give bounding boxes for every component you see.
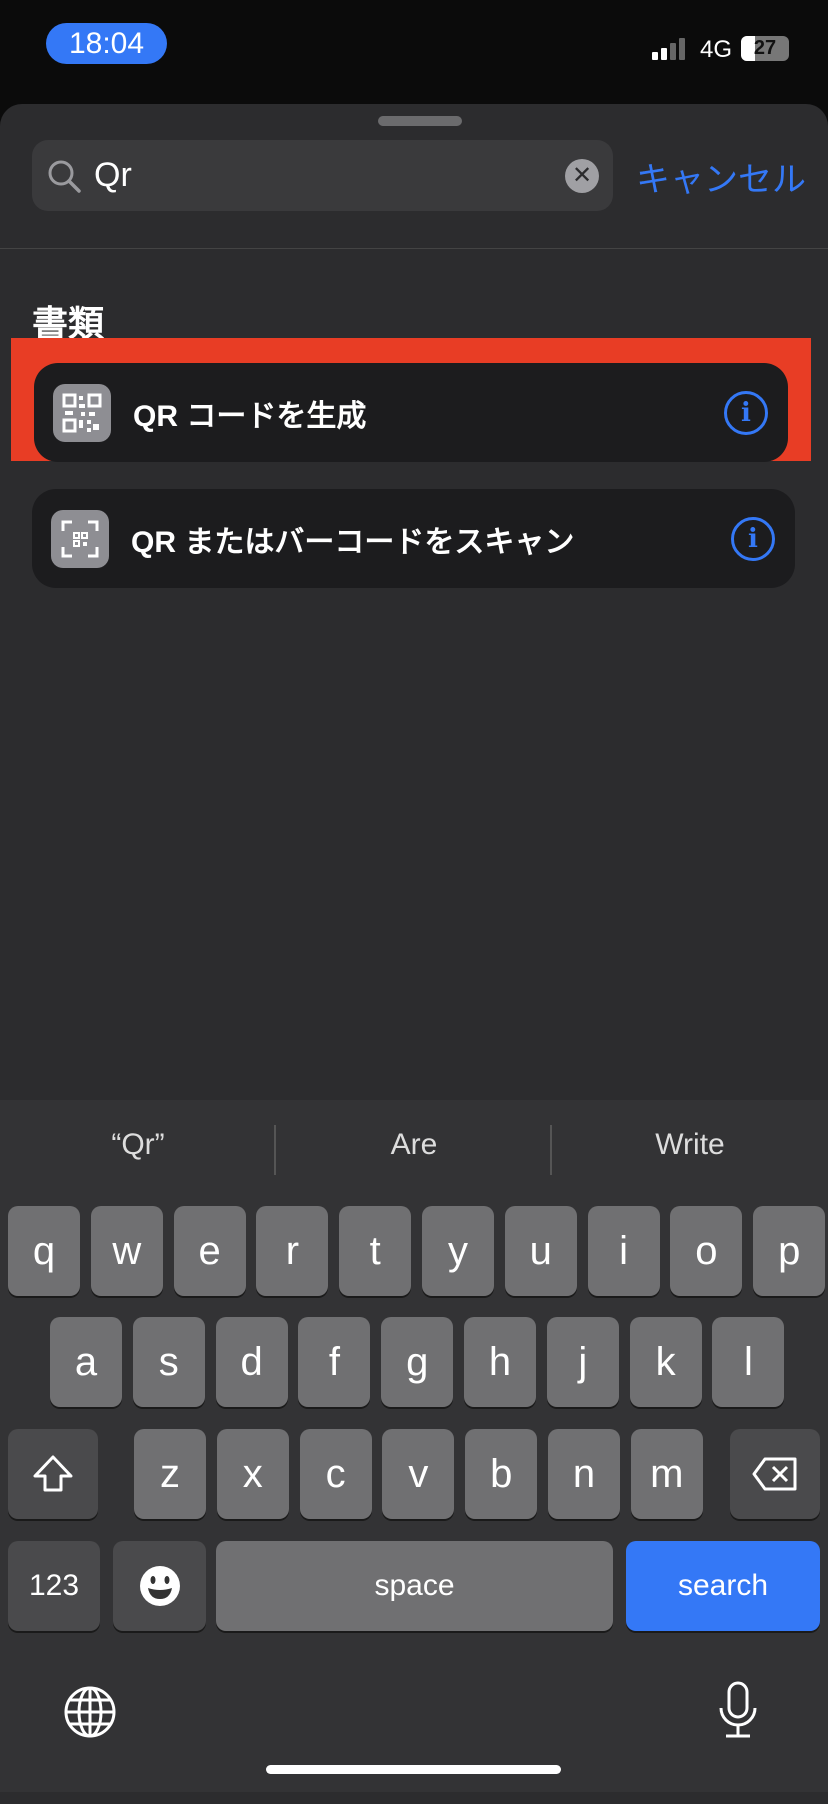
sheet-grabber[interactable] (378, 116, 462, 126)
emoji-key[interactable] (113, 1541, 206, 1631)
key-r[interactable]: r (256, 1206, 329, 1296)
key-o[interactable]: o (670, 1206, 743, 1296)
key-y[interactable]: y (422, 1206, 494, 1296)
key-p[interactable]: p (753, 1206, 826, 1296)
key-f[interactable]: f (298, 1317, 371, 1407)
result-scan-qr[interactable]: QR またはバーコードをスキャン i (32, 489, 795, 588)
suggestion[interactable]: “Qr” (0, 1128, 276, 1162)
signal-icon (652, 38, 685, 60)
key-c[interactable]: c (299, 1429, 372, 1519)
space-key[interactable]: space (216, 1541, 613, 1631)
key-s[interactable]: s (132, 1317, 205, 1407)
key-e[interactable]: e (173, 1206, 246, 1296)
key-l[interactable]: l (712, 1317, 785, 1407)
numbers-key[interactable]: 123 (8, 1541, 100, 1631)
shift-key[interactable] (8, 1429, 98, 1519)
status-time: 18:04 (46, 23, 167, 64)
key-q[interactable]: q (8, 1206, 80, 1296)
result-label: QR またはバーコードをスキャン (131, 525, 575, 559)
clear-search-button[interactable]: ✕ (565, 158, 599, 193)
backspace-key[interactable] (730, 1429, 820, 1519)
key-b[interactable]: b (465, 1429, 538, 1519)
key-w[interactable]: w (90, 1206, 163, 1296)
key-g[interactable]: g (381, 1317, 454, 1407)
key-u[interactable]: u (504, 1206, 577, 1296)
key-n[interactable]: n (548, 1429, 620, 1519)
globe-icon[interactable] (63, 1685, 117, 1739)
result-label: QR コードを生成 (133, 399, 367, 433)
home-indicator[interactable] (266, 1765, 561, 1774)
search-input[interactable]: Qr (94, 156, 565, 195)
result-generate-qr[interactable]: QR コードを生成 i (34, 363, 788, 462)
qr-scan-icon (51, 509, 109, 568)
cancel-button[interactable]: キャンセル (636, 152, 806, 201)
key-h[interactable]: h (464, 1317, 536, 1407)
suggestion[interactable]: Are (276, 1128, 552, 1162)
backspace-icon (752, 1457, 797, 1491)
suggestion[interactable]: Write (552, 1128, 828, 1162)
divider (0, 248, 828, 249)
battery-icon: 27 (741, 36, 789, 61)
network-type: 4G (700, 36, 733, 63)
info-icon[interactable]: i (724, 390, 768, 435)
battery-level: 27 (753, 37, 777, 59)
key-i[interactable]: i (587, 1206, 660, 1296)
microphone-icon[interactable] (716, 1680, 760, 1740)
search-field[interactable]: Qr ✕ (32, 140, 613, 211)
key-d[interactable]: d (215, 1317, 288, 1407)
key-t[interactable]: t (339, 1206, 412, 1296)
search-icon (48, 160, 81, 193)
key-m[interactable]: m (630, 1429, 703, 1519)
qr-code-icon (53, 383, 111, 442)
key-x[interactable]: x (216, 1429, 289, 1519)
shift-icon (33, 1455, 73, 1492)
info-icon[interactable]: i (731, 516, 775, 561)
emoji-icon (139, 1566, 180, 1606)
key-a[interactable]: a (50, 1317, 122, 1407)
key-k[interactable]: k (629, 1317, 702, 1407)
search-key[interactable]: search (626, 1541, 820, 1631)
key-j[interactable]: j (546, 1317, 619, 1407)
key-z[interactable]: z (134, 1429, 206, 1519)
key-v[interactable]: v (382, 1429, 455, 1519)
